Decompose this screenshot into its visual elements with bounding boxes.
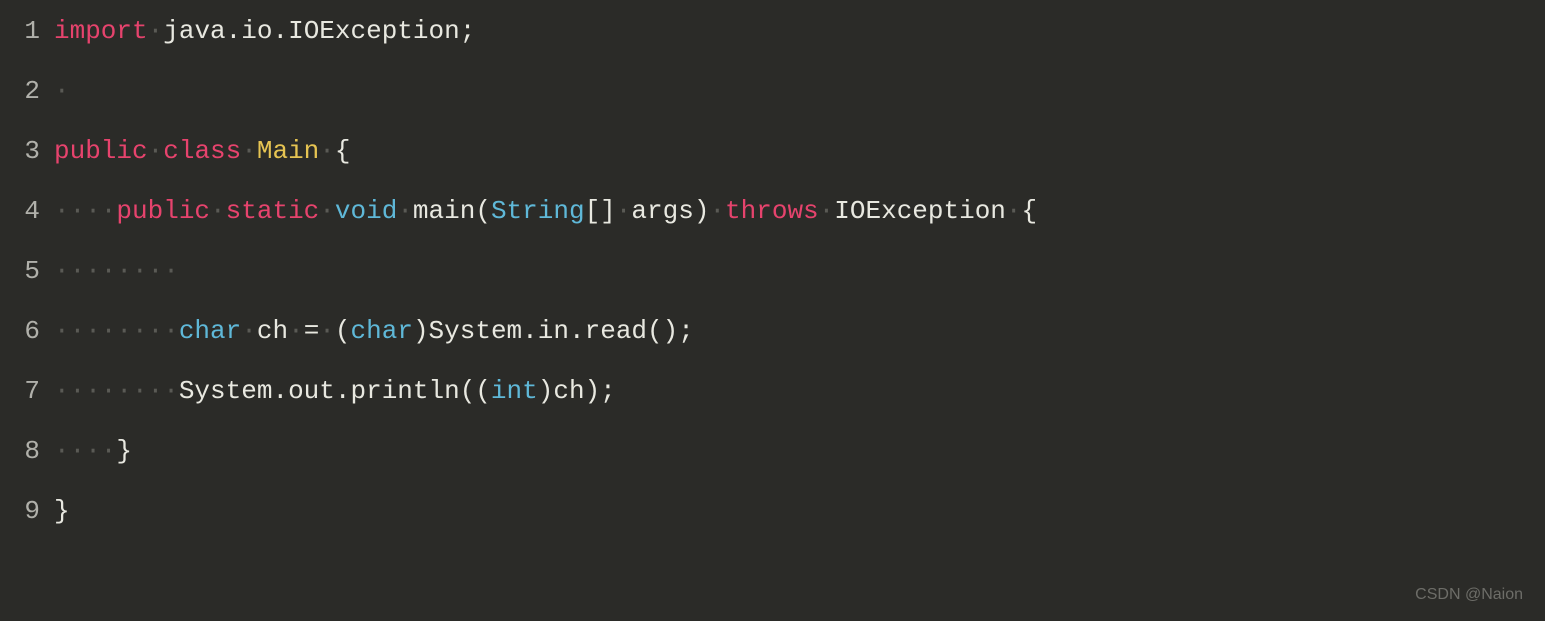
token: (); [647,316,694,346]
type-void: void [335,196,397,226]
var: ch [553,376,584,406]
token: . [226,16,242,46]
token: io [241,16,272,46]
keyword-public: public [116,196,210,226]
line-content: public·class·Main·{ [54,132,1537,171]
paren: ) [413,316,429,346]
token: ); [585,376,616,406]
token: . [272,376,288,406]
line-content: ········ [54,252,1537,291]
token: java [163,16,225,46]
type-int: int [491,376,538,406]
brace: { [335,136,351,166]
paren: ( [475,196,491,226]
keyword-throws: throws [725,196,819,226]
line-content: ····public·static·void·main(String[]·arg… [54,192,1537,231]
paren: ( [335,316,351,346]
line-number: 3 [8,132,40,171]
code-line: 7 ········System.out.println((int)ch); [0,372,1545,432]
line-number: 6 [8,312,40,351]
line-number: 7 [8,372,40,411]
code-line: 3 public·class·Main·{ [0,132,1545,192]
token: ; [460,16,476,46]
method-read: read [585,316,647,346]
line-number: 8 [8,432,40,471]
token: out [288,376,335,406]
method-main: main [413,196,475,226]
type-char: char [179,316,241,346]
code-line: 6 ········char·ch·=·(char)System.in.read… [0,312,1545,372]
var: ch [257,316,288,346]
token: . [569,316,585,346]
token: IOException [288,16,460,46]
code-block: 1 import·java.io.IOException; 2 · 3 publ… [0,12,1545,552]
token: . [335,376,351,406]
token: System [179,376,273,406]
paren: (( [460,376,491,406]
line-number: 2 [8,72,40,111]
line-content: ····} [54,432,1537,471]
code-line: 8 ····} [0,432,1545,492]
brace: } [116,436,132,466]
line-content: } [54,492,1537,531]
brace: } [54,496,70,526]
token: . [522,316,538,346]
code-line: 1 import·java.io.IOException; [0,12,1545,72]
line-content: ········System.out.println((int)ch); [54,372,1537,411]
code-line: 2 · [0,72,1545,132]
equals: = [304,316,320,346]
keyword-static: static [226,196,320,226]
line-number: 1 [8,12,40,51]
code-line: 5 ········ [0,252,1545,312]
type-char: char [351,316,413,346]
param: args [631,196,693,226]
brace: { [1022,196,1038,226]
keyword-import: import [54,16,148,46]
keyword-public: public [54,136,148,166]
line-number: 4 [8,192,40,231]
line-number: 9 [8,492,40,531]
exception: IOException [834,196,1006,226]
code-line: 9 } [0,492,1545,552]
token: System [429,316,523,346]
line-content: ········char·ch·=·(char)System.in.read()… [54,312,1537,351]
line-content: · [54,72,1537,111]
code-line: 4 ····public·static·void·main(String[]·a… [0,192,1545,252]
token: in [538,316,569,346]
line-number: 5 [8,252,40,291]
type-string: String [491,196,585,226]
class-name: Main [257,136,319,166]
token: . [272,16,288,46]
paren: ) [538,376,554,406]
paren: ) [694,196,710,226]
method-println: println [350,376,459,406]
keyword-class: class [163,136,241,166]
line-content: import·java.io.IOException; [54,12,1537,51]
brackets: [] [585,196,616,226]
watermark: CSDN @Naion [1415,583,1523,607]
